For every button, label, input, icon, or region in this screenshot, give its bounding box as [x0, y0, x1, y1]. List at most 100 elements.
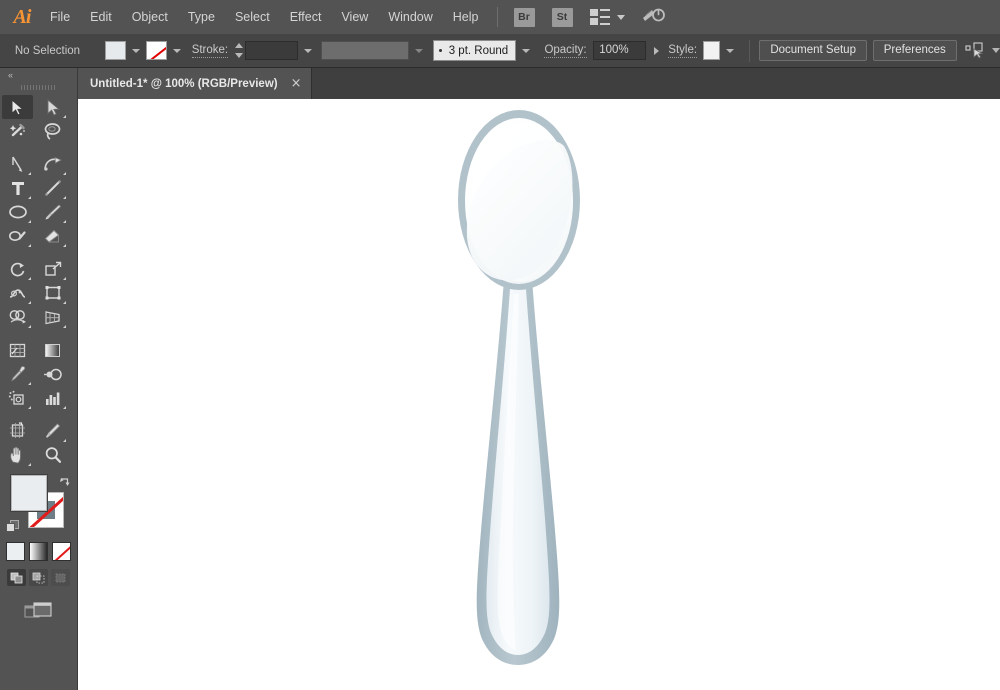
- tool-paintbrush[interactable]: [37, 200, 68, 224]
- tool-mesh[interactable]: [2, 338, 33, 362]
- tool-lasso[interactable]: [37, 119, 68, 143]
- draw-inside-mode-button[interactable]: [51, 569, 70, 586]
- workspace-switcher-button[interactable]: [641, 5, 665, 30]
- menu-divider: [496, 7, 498, 27]
- opacity-label[interactable]: Opacity:: [544, 44, 587, 58]
- tool-slice[interactable]: [37, 419, 68, 443]
- shape-builder-tool-icon: [9, 309, 26, 323]
- tool-pen[interactable]: [2, 152, 33, 176]
- tool-hand[interactable]: [2, 443, 33, 467]
- menu-view[interactable]: View: [331, 0, 378, 34]
- tool-artboard[interactable]: [2, 419, 33, 443]
- fill-dropdown-arrow-icon[interactable]: [131, 48, 140, 53]
- bridge-button[interactable]: Br: [513, 7, 535, 27]
- stepper-up-icon[interactable]: [234, 43, 243, 48]
- width-profile-dropdown-arrow-icon[interactable]: [415, 48, 424, 53]
- tool-curvature[interactable]: [37, 152, 68, 176]
- flyout-indicator-icon: [63, 172, 66, 175]
- perspective-grid-tool-icon: [45, 310, 60, 324]
- stroke-weight-input[interactable]: [245, 41, 298, 60]
- stroke-style-select[interactable]: 3 pt. Round: [432, 40, 517, 61]
- stroke-color-swatch[interactable]: [145, 41, 167, 60]
- opacity-expand-arrow-icon[interactable]: [653, 46, 659, 55]
- tool-magic-wand[interactable]: [2, 119, 33, 143]
- draw-normal-icon: [10, 572, 23, 583]
- tool-type[interactable]: [2, 176, 33, 200]
- tool-selection[interactable]: [2, 95, 33, 119]
- style-dropdown-arrow-icon[interactable]: [726, 48, 735, 53]
- tool-width[interactable]: [2, 281, 33, 305]
- tool-perspective-grid[interactable]: [37, 305, 68, 329]
- change-screen-mode-button[interactable]: [23, 600, 55, 627]
- stroke-dropdown-arrow-icon[interactable]: [172, 48, 181, 53]
- menu-object[interactable]: Object: [122, 0, 178, 34]
- flyout-indicator-icon: [63, 244, 66, 247]
- menu-type[interactable]: Type: [178, 0, 225, 34]
- close-icon[interactable]: ×: [291, 77, 302, 90]
- tool-eraser[interactable]: [37, 224, 68, 248]
- color-mode-none-button[interactable]: [52, 542, 71, 561]
- tool-free-transform[interactable]: [37, 281, 68, 305]
- tool-direct-selection[interactable]: [37, 95, 68, 119]
- flyout-indicator-icon: [28, 406, 31, 409]
- menu-help[interactable]: Help: [443, 0, 489, 34]
- tool-blend[interactable]: [37, 362, 68, 386]
- tool-ellipse[interactable]: [2, 200, 33, 224]
- spoon-handle-inner: [486, 289, 550, 655]
- color-mode-solid-button[interactable]: [6, 542, 25, 561]
- document-setup-button[interactable]: Document Setup: [759, 40, 867, 61]
- stepper-down-icon[interactable]: [234, 53, 243, 58]
- opacity-input[interactable]: 100%: [593, 41, 646, 60]
- tool-gradient[interactable]: [37, 338, 68, 362]
- draw-normal-mode-button[interactable]: [7, 569, 26, 586]
- illustrator-window: Ai File Edit Object Type Select Effect V…: [0, 0, 1000, 690]
- document-tab[interactable]: Untitled-1* @ 100% (RGB/Preview) ×: [78, 68, 312, 99]
- menu-window[interactable]: Window: [378, 0, 442, 34]
- draw-behind-icon: [32, 572, 45, 583]
- tool-column-graph[interactable]: [37, 386, 68, 410]
- stroke-weight-stepper[interactable]: [234, 42, 243, 59]
- eraser-tool-icon: [44, 229, 60, 243]
- align-to-selection-button[interactable]: [965, 41, 1000, 60]
- menu-file[interactable]: File: [40, 0, 80, 34]
- tool-symbol-sprayer[interactable]: [2, 386, 33, 410]
- default-fill-stroke-button[interactable]: [6, 520, 20, 534]
- flyout-indicator-icon: [28, 172, 31, 175]
- tools-panel-collapse[interactable]: «: [0, 68, 77, 82]
- arrange-documents-button[interactable]: [589, 9, 625, 25]
- menu-effect[interactable]: Effect: [280, 0, 332, 34]
- fill-color-swatch[interactable]: [104, 41, 126, 60]
- stroke-style-dropdown-arrow-icon[interactable]: [522, 48, 531, 53]
- width-profile-select[interactable]: [320, 41, 410, 60]
- type-tool-icon: [11, 182, 24, 195]
- stock-button[interactable]: St: [551, 7, 573, 27]
- tool-zoom[interactable]: [37, 443, 68, 467]
- style-label[interactable]: Style:: [668, 44, 698, 58]
- tool-line-segment[interactable]: [37, 176, 68, 200]
- spoon-illustration[interactable]: [78, 99, 1000, 690]
- preferences-button[interactable]: Preferences: [872, 40, 957, 61]
- flyout-indicator-icon: [28, 325, 31, 328]
- tools-panel-grip[interactable]: [0, 82, 77, 92]
- tool-eyedropper[interactable]: [2, 362, 33, 386]
- stroke-weight-dropdown-arrow-icon[interactable]: [303, 48, 312, 53]
- column-graph-tool-icon: [45, 392, 59, 405]
- tool-rotate[interactable]: [2, 257, 33, 281]
- align-chevron-down-icon[interactable]: [992, 48, 1000, 53]
- lasso-tool-icon: [44, 123, 61, 140]
- fill-color-indicator[interactable]: [11, 475, 47, 511]
- swap-fill-stroke-icon: [60, 478, 70, 486]
- rotate-tool-icon: [10, 262, 24, 276]
- canvas-area[interactable]: [78, 99, 1000, 690]
- menu-edit[interactable]: Edit: [80, 0, 122, 34]
- draw-behind-mode-button[interactable]: [29, 569, 48, 586]
- menu-select[interactable]: Select: [225, 0, 280, 34]
- tool-scale[interactable]: [37, 257, 68, 281]
- tool-shaper[interactable]: [2, 224, 33, 248]
- color-mode-gradient-button[interactable]: [29, 542, 48, 561]
- tool-shape-builder[interactable]: [2, 305, 33, 329]
- swap-fill-stroke-button[interactable]: [58, 476, 71, 489]
- graphic-style-swatch[interactable]: [702, 41, 721, 60]
- change-screen-mode-icon: [23, 602, 52, 618]
- stroke-weight-label[interactable]: Stroke:: [191, 44, 229, 58]
